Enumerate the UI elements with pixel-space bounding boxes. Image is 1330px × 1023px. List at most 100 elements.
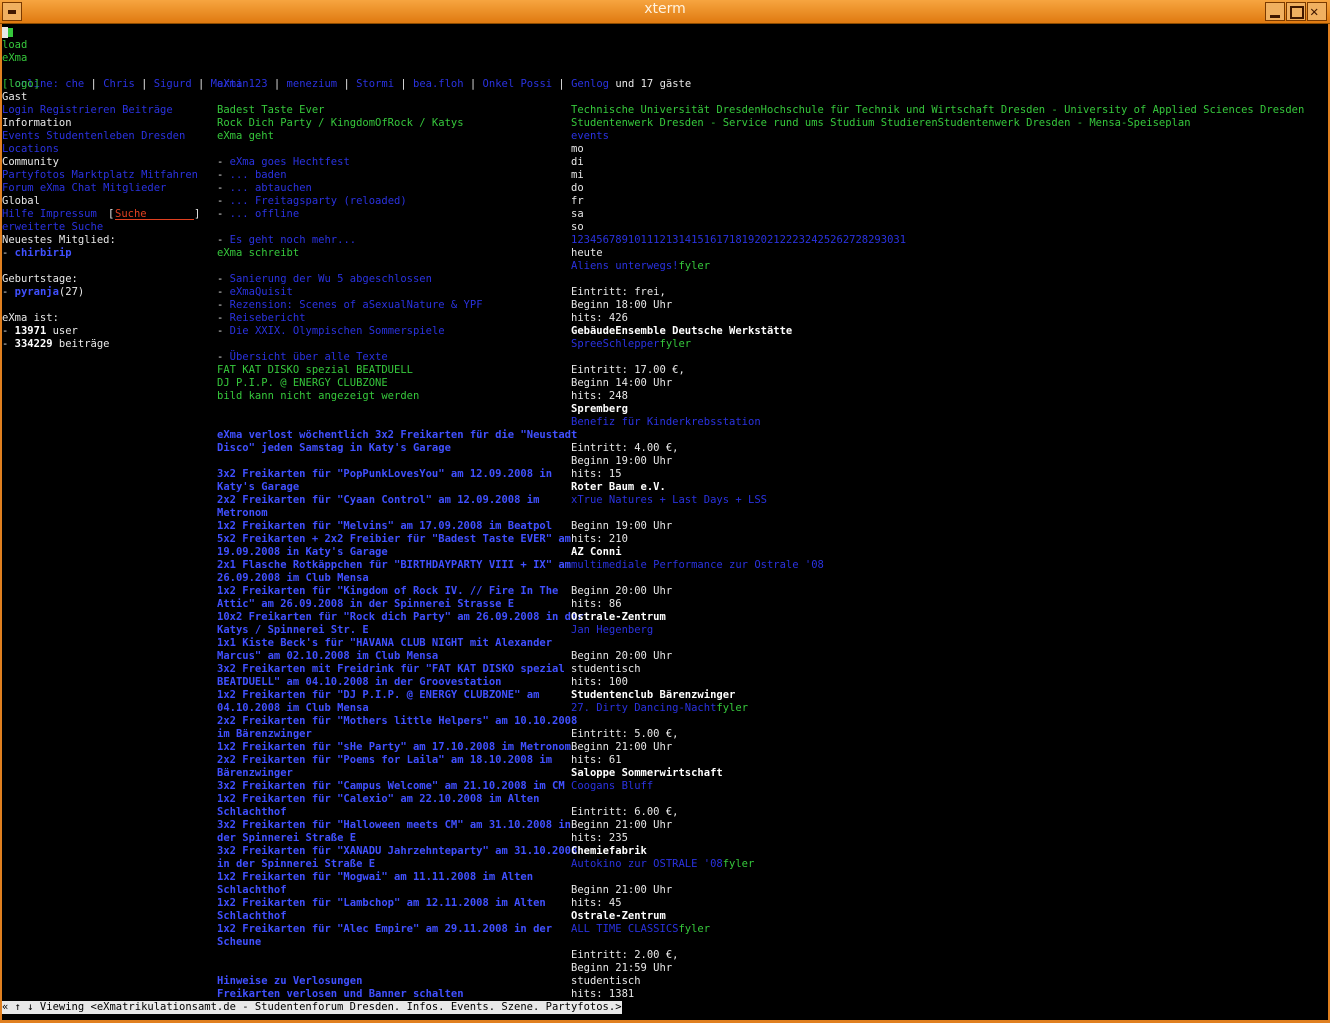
- community-links[interactable]: Partyfotos Marktplatz Mitfahren: [2, 169, 198, 182]
- online-user-link[interactable]: bea.floh: [413, 78, 464, 90]
- raffle-item-line[interactable]: Bärenzwinger: [217, 767, 293, 780]
- article-link[interactable]: Rezension: Scenes of aSexualNature & YPF: [230, 299, 483, 311]
- event-title-link[interactable]: SpreeSchlepper: [571, 338, 660, 350]
- middle-header[interactable]: eXma: [217, 78, 242, 91]
- flyer-link[interactable]: fyler: [678, 260, 710, 272]
- raffle-item-line[interactable]: 2x2 Freikarten für "Mothers little Helpe…: [217, 715, 577, 728]
- raffle-item-line[interactable]: 1x2 Freikarten für "sHe Party" am 17.10.…: [217, 741, 571, 754]
- raffle-item-line[interactable]: Scheune: [217, 936, 261, 949]
- online-user-link[interactable]: Sigurd: [154, 78, 192, 90]
- online-user-link[interactable]: che: [65, 78, 84, 90]
- minimize-button[interactable]: [1265, 2, 1285, 21]
- online-user-link[interactable]: Stormi: [356, 78, 394, 90]
- raffle-item-line[interactable]: Attic" am 26.09.2008 in der Spinnerei St…: [217, 598, 514, 611]
- forum-links[interactable]: Forum eXma Chat Mitglieder: [2, 182, 166, 195]
- teaser-link[interactable]: Rock Dich Party / KingdomOfRock / Katys: [217, 117, 464, 130]
- birthday-user-link[interactable]: pyranja: [15, 286, 59, 298]
- raffle-item-line[interactable]: 04.10.2008 im Club Mensa: [217, 702, 369, 715]
- online-user-link[interactable]: Chris: [103, 78, 135, 90]
- calendar-days-links[interactable]: 1234567891011121314151617181920212223242…: [571, 234, 906, 247]
- search-box[interactable]: [ Suche ]: [108, 208, 200, 220]
- raffle-item-line[interactable]: 3x2 Freikarten für "Halloween meets CM" …: [217, 819, 571, 832]
- events-link[interactable]: events: [571, 130, 609, 143]
- raffle-item-line[interactable]: 10x2 Freikarten für "Rock dich Party" am…: [217, 611, 584, 624]
- close-button[interactable]: ✕: [1307, 2, 1327, 21]
- online-user-link[interactable]: Onkel Possi: [483, 78, 553, 90]
- promo-link[interactable]: DJ P.I.P. @ ENERGY CLUBZONE: [217, 377, 388, 390]
- article-link[interactable]: ... Freitagsparty (reloaded): [230, 195, 407, 207]
- banner-link[interactable]: Freikarten verlosen und Banner schalten: [217, 988, 464, 1001]
- locations-link[interactable]: Locations: [2, 143, 59, 156]
- raffle-item-line[interactable]: 1x2 Freikarten für "Mogwai" am 11.11.200…: [217, 871, 533, 884]
- article-link[interactable]: eXmaQuisit: [230, 286, 293, 298]
- raffle-item-line[interactable]: Katys / Spinnerei Str. E: [217, 624, 369, 637]
- raffle-item-line[interactable]: 3x2 Freikarten mit Freidrink für "FAT KA…: [217, 663, 565, 676]
- raffle-item-line[interactable]: Marcus" am 02.10.2008 im Club Mensa: [217, 650, 438, 663]
- studentenwerk-links[interactable]: Studentenwerk Dresden - Service rund ums…: [571, 117, 1191, 130]
- flyer-link[interactable]: fyler: [678, 923, 710, 935]
- event-title-link[interactable]: Aliens unterwegs!: [571, 260, 678, 272]
- raffle-hints-link[interactable]: Hinweise zu Verlosungen: [217, 975, 362, 988]
- event-title-link[interactable]: multimediale Performance zur Ostrale '08: [571, 559, 824, 571]
- event-title-link[interactable]: Benefiz für Kinderkrebsstation: [571, 416, 761, 428]
- overview-link[interactable]: Übersicht über alle Texte: [230, 351, 388, 363]
- raffle-item-line[interactable]: Disco" jeden Samstag in Katy's Garage: [217, 442, 451, 455]
- event-title-link[interactable]: 27. Dirty Dancing-Nacht: [571, 702, 716, 714]
- article-link[interactable]: ... abtauchen: [230, 182, 312, 194]
- raffle-item-line[interactable]: eXma verlost wöchentlich 3x2 Freikarten …: [217, 429, 577, 442]
- raffle-item-line[interactable]: im Bärenzwinger: [217, 728, 312, 741]
- raffle-item-line[interactable]: 1x2 Freikarten für "Lambchop" am 12.11.2…: [217, 897, 546, 910]
- search-input[interactable]: Suche: [115, 208, 194, 220]
- flyer-link[interactable]: fyler: [660, 338, 692, 350]
- raffle-item-line[interactable]: 1x1 Kiste Beck's für "HAVANA CLUB NIGHT …: [217, 637, 552, 650]
- event-title-link[interactable]: Jan Hegenberg: [571, 624, 653, 636]
- university-links[interactable]: Technische Universität DresdenHochschule…: [571, 104, 1304, 117]
- login-links[interactable]: Login Registrieren Beiträge: [2, 104, 173, 117]
- article-link[interactable]: Reisebericht: [230, 312, 306, 324]
- raffle-item-line[interactable]: 1x2 Freikarten für "Calexio" am 22.10.20…: [217, 793, 539, 806]
- newest-member-link[interactable]: chirbirip: [15, 247, 72, 259]
- raffle-item-line[interactable]: in der Spinnerei Straße E: [217, 858, 375, 871]
- more-link[interactable]: Es geht noch mehr...: [230, 234, 356, 246]
- flyer-link[interactable]: fyler: [716, 702, 748, 714]
- article-link[interactable]: Sanierung der Wu 5 abgeschlossen: [230, 273, 432, 285]
- window-titlebar[interactable]: xterm ✕: [0, 0, 1330, 24]
- article-link[interactable]: ... offline: [230, 208, 300, 220]
- raffle-item-line[interactable]: BEATDUELL" am 04.10.2008 in der Groovest…: [217, 676, 501, 689]
- raffle-item-line[interactable]: Katy's Garage: [217, 481, 299, 494]
- raffle-item-line[interactable]: Schlachthof: [217, 910, 287, 923]
- raffle-item-line[interactable]: 26.09.2008 im Club Mensa: [217, 572, 369, 585]
- raffle-item-line[interactable]: Schlachthof: [217, 884, 287, 897]
- raffle-item-line[interactable]: 3x2 Freikarten für "XANADU Jahrzehntepar…: [217, 845, 577, 858]
- raffle-item-line[interactable]: 19.09.2008 in Katy's Garage: [217, 546, 388, 559]
- extended-search-link[interactable]: erweiterte Suche: [2, 221, 103, 234]
- raffle-item-line[interactable]: 1x2 Freikarten für "Alec Empire" am 29.1…: [217, 923, 552, 936]
- info-links[interactable]: Events Studentenleben Dresden: [2, 130, 185, 143]
- maximize-button[interactable]: [1286, 2, 1306, 21]
- event-title-link[interactable]: Autokino zur OSTRALE '08: [571, 858, 723, 870]
- raffle-item-line[interactable]: Schlachthof: [217, 806, 287, 819]
- article-link[interactable]: eXma goes Hechtfest: [230, 156, 350, 168]
- raffle-item-line[interactable]: 1x2 Freikarten für "Kingdom of Rock IV. …: [217, 585, 558, 598]
- event-title-link[interactable]: Coogans Bluff: [571, 780, 653, 792]
- article-link[interactable]: ... baden: [230, 169, 287, 181]
- online-user-link[interactable]: Genlog: [571, 78, 609, 90]
- raffle-item-line[interactable]: 3x2 Freikarten für "PopPunkLovesYou" am …: [217, 468, 552, 481]
- raffle-item-line[interactable]: 2x2 Freikarten für "Poems for Laila" am …: [217, 754, 552, 767]
- online-user-link[interactable]: menezium: [287, 78, 338, 90]
- flyer-link[interactable]: fyler: [723, 858, 755, 870]
- logo-placeholder[interactable]: [logo]: [2, 78, 40, 91]
- raffle-item-line[interactable]: 1x2 Freikarten für "DJ P.I.P. @ ENERGY C…: [217, 689, 539, 702]
- raffle-item-line[interactable]: 5x2 Freikarten + 2x2 Freibier für "Bades…: [217, 533, 571, 546]
- raffle-item-line[interactable]: Metronom: [217, 507, 268, 520]
- raffle-item-line[interactable]: 2x2 Freikarten für "Cyaan Control" am 12…: [217, 494, 539, 507]
- teaser-link[interactable]: eXma geht: [217, 130, 274, 143]
- raffle-item-line[interactable]: der Spinnerei Straße E: [217, 832, 356, 845]
- raffle-item-line[interactable]: 3x2 Freikarten für "Campus Welcome" am 2…: [217, 780, 565, 793]
- event-title-link[interactable]: xTrue Natures + Last Days + LSS: [571, 494, 767, 506]
- promo-link[interactable]: FAT KAT DISKO spezial BEATDUELL: [217, 364, 413, 377]
- global-links[interactable]: Hilfe Impressum: [2, 208, 97, 221]
- teaser-link[interactable]: Badest Taste Ever: [217, 104, 324, 117]
- event-title-link[interactable]: ALL TIME CLASSICS: [571, 923, 678, 935]
- raffle-item-line[interactable]: 2x1 Flasche Rotkäppchen für "BIRTHDAYPAR…: [217, 559, 571, 572]
